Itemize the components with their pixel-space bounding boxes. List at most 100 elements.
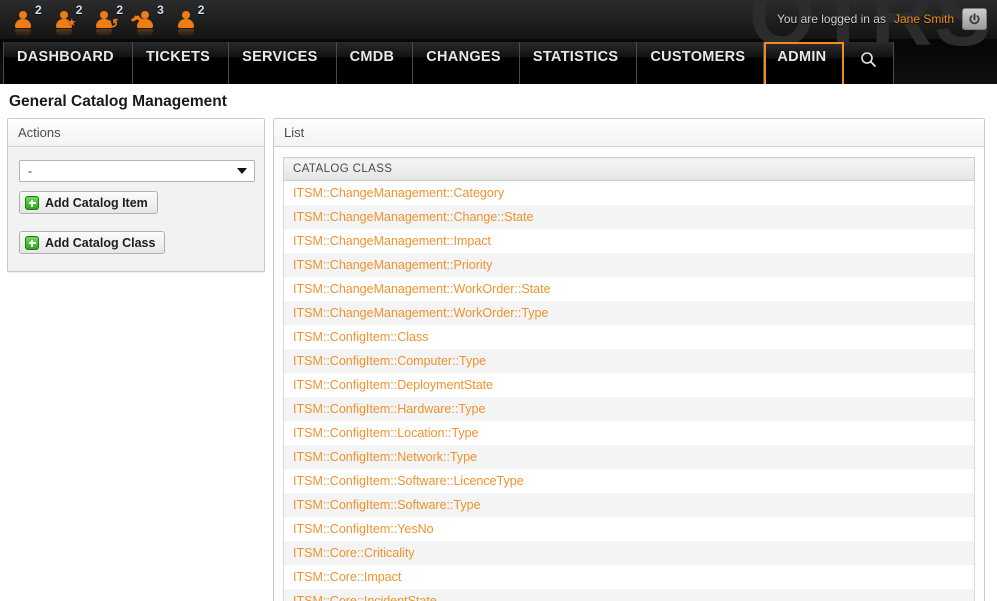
login-label: You are logged in as <box>777 12 886 26</box>
toolbar-count-4: 2 <box>198 3 205 17</box>
catalog-class-link[interactable]: ITSM::Core::IncidentState <box>293 594 437 601</box>
table-cell-catalog-class: ITSM::ConfigItem::DeploymentState <box>284 373 975 397</box>
table-row[interactable]: ITSM::ConfigItem::Computer::Type <box>284 349 975 373</box>
nav-item-tickets[interactable]: TICKETS <box>133 42 229 84</box>
chevron-down-icon <box>237 168 247 174</box>
toolbar-item-1[interactable]: ★ 2 <box>53 2 85 32</box>
table-cell-catalog-class: ITSM::ConfigItem::Hardware::Type <box>284 397 975 421</box>
login-username[interactable]: Jane Smith <box>894 12 954 26</box>
nav-label-services: SERVICES <box>242 49 317 65</box>
person-star-icon: ★ <box>53 2 75 32</box>
table-row[interactable]: ITSM::Core::Criticality <box>284 541 975 565</box>
toolbar-item-0[interactable]: 2 <box>12 2 44 32</box>
table-row[interactable]: ITSM::ChangeManagement::WorkOrder::State <box>284 277 975 301</box>
search-icon <box>860 51 877 68</box>
person-plain-icon <box>175 2 197 32</box>
nav-label-customers: CUSTOMERS <box>650 49 745 65</box>
catalog-class-link[interactable]: ITSM::ChangeManagement::WorkOrder::Type <box>293 306 548 320</box>
plus-icon <box>25 236 39 250</box>
nav-label-admin: ADMIN <box>777 49 826 65</box>
catalog-class-link[interactable]: ITSM::ConfigItem::Computer::Type <box>293 354 486 368</box>
table-cell-catalog-class: ITSM::ChangeManagement::WorkOrder::State <box>284 277 975 301</box>
table-row[interactable]: ITSM::ConfigItem::Software::Type <box>284 493 975 517</box>
toolbar-count-2: 2 <box>116 3 123 17</box>
nav-item-cmdb[interactable]: CMDB <box>337 42 414 84</box>
toolbar-item-3[interactable]: 3 <box>134 2 166 32</box>
catalog-class-link[interactable]: ITSM::ConfigItem::Software::Type <box>293 498 481 512</box>
table-cell-catalog-class: ITSM::ConfigItem::YesNo <box>284 517 975 541</box>
catalog-class-link[interactable]: ITSM::ConfigItem::DeploymentState <box>293 378 493 392</box>
catalog-class-select[interactable]: - <box>19 160 255 182</box>
logout-button[interactable] <box>962 8 987 30</box>
toolbar-count-1: 2 <box>76 3 83 17</box>
person-arms-up-icon <box>134 2 156 32</box>
add-catalog-class-button[interactable]: Add Catalog Class <box>19 231 165 254</box>
table-row[interactable]: ITSM::ConfigItem::DeploymentState <box>284 373 975 397</box>
add-catalog-class-label: Add Catalog Class <box>45 236 155 250</box>
catalog-class-link[interactable]: ITSM::ChangeManagement::Impact <box>293 234 491 248</box>
add-catalog-item-label: Add Catalog Item <box>45 196 148 210</box>
table-cell-catalog-class: ITSM::ChangeManagement::Priority <box>284 253 975 277</box>
login-info: You are logged in as Jane Smith <box>777 8 987 30</box>
person-icon <box>12 2 34 32</box>
list-widget: List CATALOG CLASS ITSM::ChangeManagemen… <box>273 118 985 601</box>
catalog-class-link[interactable]: ITSM::ChangeManagement::Category <box>293 186 504 200</box>
nav-label-changes: CHANGES <box>426 49 501 65</box>
catalog-class-link[interactable]: ITSM::Core::Impact <box>293 570 401 584</box>
catalog-class-link[interactable]: ITSM::ConfigItem::Location::Type <box>293 426 479 440</box>
actions-widget: Actions - Add Catalog Item Add Catalog C… <box>7 118 265 272</box>
catalog-class-link[interactable]: ITSM::ConfigItem::Hardware::Type <box>293 402 485 416</box>
table-row[interactable]: ITSM::ConfigItem::Location::Type <box>284 421 975 445</box>
table-cell-catalog-class: ITSM::ChangeManagement::Impact <box>284 229 975 253</box>
table-row[interactable]: ITSM::ConfigItem::YesNo <box>284 517 975 541</box>
column-header-catalog-class: CATALOG CLASS <box>284 158 975 181</box>
table-row[interactable]: ITSM::ConfigItem::Class <box>284 325 975 349</box>
toolbar-item-4[interactable]: 2 <box>175 2 207 32</box>
actions-widget-body: - Add Catalog Item Add Catalog Class <box>8 147 264 271</box>
catalog-class-table: CATALOG CLASS ITSM::ChangeManagement::Ca… <box>283 157 975 601</box>
table-row[interactable]: ITSM::ChangeManagement::Priority <box>284 253 975 277</box>
table-row[interactable]: ITSM::Core::IncidentState <box>284 589 975 601</box>
table-cell-catalog-class: ITSM::Core::IncidentState <box>284 589 975 601</box>
power-icon <box>968 13 981 26</box>
table-cell-catalog-class: ITSM::ChangeManagement::WorkOrder::Type <box>284 301 975 325</box>
app-header: OTRS 2 ★ 2 ↺ 2 <box>0 0 997 84</box>
catalog-class-link[interactable]: ITSM::ConfigItem::YesNo <box>293 522 434 536</box>
catalog-class-link[interactable]: ITSM::ConfigItem::Class <box>293 330 428 344</box>
table-row[interactable]: ITSM::ConfigItem::Network::Type <box>284 445 975 469</box>
table-cell-catalog-class: ITSM::Core::Impact <box>284 565 975 589</box>
table-row[interactable]: ITSM::ConfigItem::Software::LicenceType <box>284 469 975 493</box>
catalog-class-link[interactable]: ITSM::ConfigItem::Software::LicenceType <box>293 474 524 488</box>
catalog-class-link[interactable]: ITSM::ConfigItem::Network::Type <box>293 450 477 464</box>
nav-item-statistics[interactable]: STATISTICS <box>520 42 637 84</box>
nav-item-customers[interactable]: CUSTOMERS <box>637 42 764 84</box>
table-row[interactable]: ITSM::ChangeManagement::Change::State <box>284 205 975 229</box>
main-navigation: DASHBOARD TICKETS SERVICES CMDB CHANGES … <box>3 42 894 84</box>
catalog-table-head: CATALOG CLASS <box>284 158 975 181</box>
add-catalog-item-button[interactable]: Add Catalog Item <box>19 191 158 214</box>
toolbar-item-2[interactable]: ↺ 2 <box>93 2 125 32</box>
page-title: General Catalog Management <box>0 84 997 118</box>
catalog-class-link[interactable]: ITSM::ChangeManagement::WorkOrder::State <box>293 282 551 296</box>
catalog-class-link[interactable]: ITSM::Core::Criticality <box>293 546 415 560</box>
person-refresh-icon: ↺ <box>93 2 115 32</box>
table-cell-catalog-class: ITSM::ConfigItem::Network::Type <box>284 445 975 469</box>
nav-search-button[interactable] <box>844 42 894 84</box>
table-row[interactable]: ITSM::ConfigItem::Hardware::Type <box>284 397 975 421</box>
nav-item-admin[interactable]: ADMIN <box>764 42 844 84</box>
table-cell-catalog-class: ITSM::ConfigItem::Software::Type <box>284 493 975 517</box>
nav-label-statistics: STATISTICS <box>533 49 618 65</box>
table-row[interactable]: ITSM::Core::Impact <box>284 565 975 589</box>
table-header-row: CATALOG CLASS <box>284 158 975 181</box>
table-row[interactable]: ITSM::ChangeManagement::WorkOrder::Type <box>284 301 975 325</box>
catalog-class-link[interactable]: ITSM::ChangeManagement::Change::State <box>293 210 533 224</box>
table-cell-catalog-class: ITSM::ConfigItem::Location::Type <box>284 421 975 445</box>
toolbar-count-0: 2 <box>35 3 42 17</box>
nav-item-changes[interactable]: CHANGES <box>413 42 520 84</box>
catalog-class-link[interactable]: ITSM::ChangeManagement::Priority <box>293 258 492 272</box>
table-row[interactable]: ITSM::ChangeManagement::Category <box>284 181 975 206</box>
table-cell-catalog-class: ITSM::ConfigItem::Software::LicenceType <box>284 469 975 493</box>
table-row[interactable]: ITSM::ChangeManagement::Impact <box>284 229 975 253</box>
nav-item-services[interactable]: SERVICES <box>229 42 336 84</box>
nav-item-dashboard[interactable]: DASHBOARD <box>3 42 133 84</box>
